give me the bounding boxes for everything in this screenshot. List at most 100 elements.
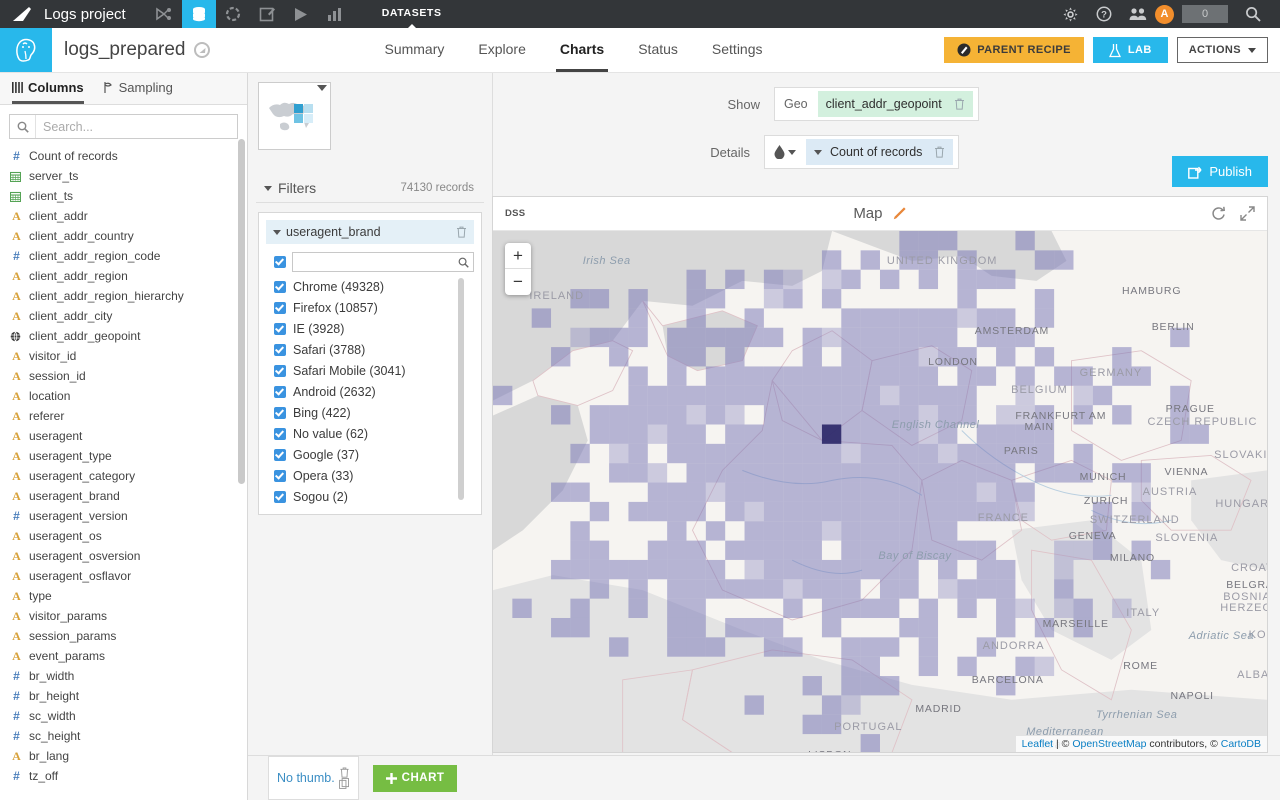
cartodb-link[interactable]: CartoDB [1221, 738, 1261, 750]
filter-value-checkbox[interactable] [274, 449, 286, 461]
filter-value-row[interactable]: Safari (3788) [274, 339, 474, 360]
filters-title-group[interactable]: Filters [264, 180, 316, 196]
lab-button[interactable]: LAB [1093, 37, 1168, 63]
tab-status[interactable]: Status [634, 28, 682, 72]
trash-icon[interactable] [456, 226, 467, 238]
column-list-item[interactable]: #br_width [0, 666, 247, 686]
filter-value-checkbox[interactable] [274, 344, 286, 356]
search-icon[interactable] [1236, 0, 1270, 28]
column-list-item[interactable]: Auseragent_os [0, 526, 247, 546]
chart-bars-icon[interactable] [318, 0, 352, 28]
user-avatar[interactable]: A [1155, 5, 1174, 24]
geo-value-pill[interactable]: client_addr_geopoint [818, 91, 973, 117]
droplet-icon[interactable] [770, 145, 800, 159]
tab-columns[interactable]: Columns [12, 73, 84, 104]
map-title-group[interactable]: Map [493, 205, 1267, 222]
select-all-checkbox[interactable] [274, 256, 286, 268]
column-list-item[interactable]: Aclient_addr_country [0, 226, 247, 246]
column-list-item[interactable]: #Count of records [0, 146, 247, 166]
filter-value-checkbox[interactable] [274, 407, 286, 419]
column-list-item[interactable]: Auseragent_type [0, 446, 247, 466]
help-icon[interactable]: ? [1087, 0, 1121, 28]
column-list-item[interactable]: Avisitor_id [0, 346, 247, 366]
tab-summary[interactable]: Summary [380, 28, 448, 72]
play-icon[interactable] [284, 0, 318, 28]
zoom-in-button[interactable]: + [505, 243, 531, 269]
settings-gear-icon[interactable] [1053, 0, 1087, 28]
filter-value-checkbox[interactable] [274, 302, 286, 314]
filter-value-row[interactable]: Google (37) [274, 444, 474, 465]
column-list-item[interactable]: Aclient_addr_region [0, 266, 247, 286]
tab-charts[interactable]: Charts [556, 28, 608, 72]
column-list-item[interactable]: Aclient_addr [0, 206, 247, 226]
column-list-item[interactable]: Aclient_addr_city [0, 306, 247, 326]
actions-button[interactable]: ACTIONS [1177, 37, 1268, 63]
flow-icon[interactable] [148, 0, 182, 28]
tab-explore[interactable]: Explore [474, 28, 529, 72]
add-chart-button[interactable]: CHART [373, 765, 458, 792]
column-list[interactable]: #Count of recordsserver_tsclient_tsAclie… [0, 144, 247, 800]
copy-icon[interactable] [339, 778, 350, 789]
users-group-icon[interactable] [1121, 0, 1155, 28]
filter-values-list[interactable]: Chrome (49328)Firefox (10857)IE (3928)Sa… [266, 276, 474, 507]
column-list-item[interactable]: Auseragent_brand [0, 486, 247, 506]
filter-value-checkbox[interactable] [274, 491, 286, 503]
notification-counter[interactable]: 0 [1182, 5, 1228, 23]
filter-value-search[interactable] [292, 252, 474, 272]
filter-value-row[interactable]: Android (2632) [274, 381, 474, 402]
column-list-item[interactable]: #sc_width [0, 706, 247, 726]
filter-value-checkbox[interactable] [274, 281, 286, 293]
filter-values-scrollbar[interactable] [458, 278, 464, 500]
chart-type-selector[interactable] [258, 82, 331, 150]
project-name[interactable]: Logs project [44, 6, 126, 23]
column-list-item[interactable]: Aevent_params [0, 646, 247, 666]
publish-button[interactable]: Publish [1172, 156, 1268, 187]
map-canvas[interactable]: UNITED KINGDOMIRELANDIrish SeaHAMBURGAMS… [493, 231, 1267, 752]
column-list-item[interactable]: #tz_off [0, 766, 247, 786]
database-icon[interactable] [182, 0, 216, 28]
column-list-item[interactable]: Asession_id [0, 366, 247, 386]
column-list-item[interactable]: Auseragent [0, 426, 247, 446]
dataiku-logo-icon[interactable] [0, 0, 44, 28]
filter-value-row[interactable]: Sogou (2) [274, 486, 474, 507]
column-list-item[interactable]: #client_addr_region_code [0, 246, 247, 266]
filter-value-checkbox[interactable] [274, 470, 286, 482]
dataset-status-icon[interactable] [194, 42, 210, 58]
details-value-pill[interactable]: Count of records [806, 139, 953, 165]
search-input[interactable] [36, 115, 237, 138]
filter-value-row[interactable]: Bing (422) [274, 402, 474, 423]
column-list-item[interactable]: Atype [0, 586, 247, 606]
trash-icon[interactable] [954, 98, 965, 110]
column-list-item[interactable]: Auseragent_osflavor [0, 566, 247, 586]
column-list-item[interactable]: #br_height [0, 686, 247, 706]
column-list-item[interactable]: client_addr_geopoint [0, 326, 247, 346]
column-list-item[interactable]: #useragent_version [0, 506, 247, 526]
column-list-item[interactable]: Abr_lang [0, 746, 247, 766]
filter-value-row[interactable]: Firefox (10857) [274, 297, 474, 318]
filter-column-chip[interactable]: useragent_brand [266, 220, 474, 244]
column-list-item[interactable]: server_ts [0, 166, 247, 186]
filter-search-input[interactable] [293, 255, 458, 269]
filter-value-checkbox[interactable] [274, 323, 286, 335]
filter-value-row[interactable]: Opera (33) [274, 465, 474, 486]
filter-value-checkbox[interactable] [274, 428, 286, 440]
column-list-item[interactable]: Alocation [0, 386, 247, 406]
column-search-box[interactable] [9, 114, 238, 139]
trash-icon[interactable] [934, 146, 945, 158]
pencil-icon[interactable] [893, 205, 907, 222]
column-list-item[interactable]: Aclient_addr_region_hierarchy [0, 286, 247, 306]
parent-recipe-button[interactable]: PARENT RECIPE [944, 37, 1084, 63]
filter-value-row[interactable]: Chrome (49328) [274, 276, 474, 297]
column-list-item[interactable]: Auseragent_category [0, 466, 247, 486]
column-list-item[interactable]: #sc_height [0, 726, 247, 746]
tab-settings[interactable]: Settings [708, 28, 767, 72]
notebook-edit-icon[interactable] [250, 0, 284, 28]
zoom-out-button[interactable]: − [505, 269, 531, 295]
filter-value-row[interactable]: No value (62) [274, 423, 474, 444]
filter-value-row[interactable]: Safari Mobile (3041) [274, 360, 474, 381]
chart-thumbnail-tab[interactable]: No thumb. [268, 756, 359, 800]
tab-sampling[interactable]: Sampling [104, 73, 173, 104]
filter-value-checkbox[interactable] [274, 365, 286, 377]
column-list-item[interactable]: Auseragent_osversion [0, 546, 247, 566]
column-list-item[interactable]: Asession_params [0, 626, 247, 646]
